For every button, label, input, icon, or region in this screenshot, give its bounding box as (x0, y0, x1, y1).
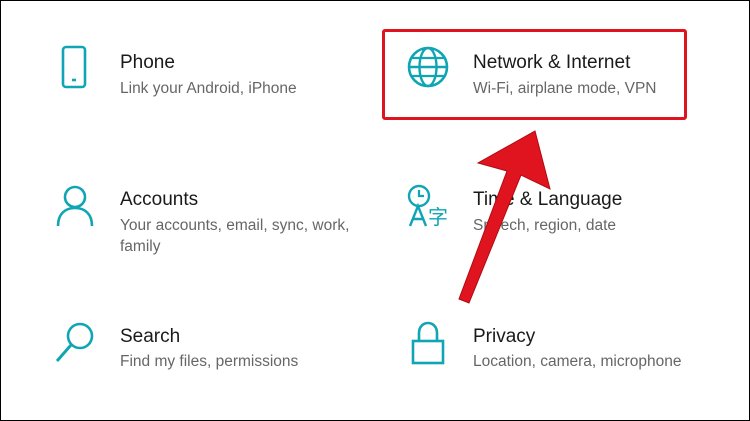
tile-title: Accounts (120, 189, 199, 210)
tile-title: Search (120, 326, 181, 347)
tile-title: Phone (120, 52, 175, 73)
time-language-icon: 字 (406, 184, 450, 228)
lock-icon (406, 321, 450, 365)
svg-text:字: 字 (428, 205, 448, 228)
person-icon (53, 184, 97, 228)
tile-description: Location, camera, microphone (473, 353, 682, 370)
tile-title: Time & Language (473, 189, 623, 210)
magnifier-icon (53, 321, 97, 365)
settings-window: Phone Link your Android, iPhone Network … (0, 0, 750, 421)
tile-description: Your accounts, email, sync, work, family (120, 217, 350, 255)
tile-description: Find my files, permissions (120, 353, 299, 370)
phone-icon (53, 45, 97, 89)
tile-description: Link your Android, iPhone (120, 80, 297, 97)
highlight-box (382, 29, 687, 120)
tile-title: Privacy (473, 326, 536, 347)
tile-description: Speech, region, date (473, 217, 617, 234)
